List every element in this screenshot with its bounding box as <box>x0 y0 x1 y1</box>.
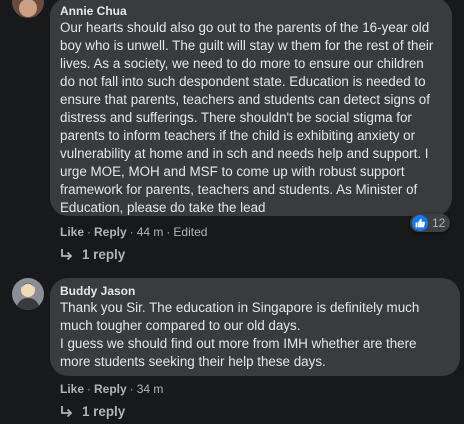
comment-text: Our hearts should also go out to the par… <box>60 20 434 215</box>
comment-text: Thank you Sir. The education in Singapor… <box>60 299 450 371</box>
avatar[interactable] <box>12 278 44 310</box>
avatar[interactable] <box>12 0 44 18</box>
view-replies-link[interactable]: 1 reply <box>60 247 125 262</box>
comment-timestamp[interactable]: 34 m <box>137 382 164 396</box>
reaction-count[interactable]: 12 <box>410 214 451 232</box>
reply-arrow-icon <box>61 405 73 417</box>
reply-arrow-icon <box>61 248 73 260</box>
comment-actions: Like · Reply · 44 m · Edited <box>60 224 207 240</box>
replies-count-label: 1 reply <box>82 247 126 262</box>
reply-button[interactable]: Reply <box>94 225 127 239</box>
reply-button[interactable]: Reply <box>94 382 127 396</box>
separator-dot: · <box>129 382 134 396</box>
comment-timestamp[interactable]: 44 m <box>137 225 164 239</box>
comment-paragraph: I guess we should find out more from IMH… <box>60 336 417 369</box>
view-replies-link[interactable]: 1 reply <box>60 404 125 419</box>
reaction-number: 12 <box>432 216 446 230</box>
replies-count-label: 1 reply <box>82 404 126 419</box>
separator-dot: · <box>166 225 171 239</box>
comment-thread: Annie Chua Our hearts should also go out… <box>0 0 464 424</box>
like-button[interactable]: Like <box>60 225 84 239</box>
comment-bubble: Annie Chua Our hearts should also go out… <box>50 0 452 216</box>
comment-paragraph: Thank you Sir. The education in Singapor… <box>60 300 420 333</box>
thumbs-up-icon <box>412 215 428 231</box>
comment-author[interactable]: Buddy Jason <box>60 284 450 299</box>
comment-bubble: Buddy Jason Thank you Sir. The education… <box>50 278 460 376</box>
separator-dot: · <box>87 225 92 239</box>
separator-dot: · <box>87 382 92 396</box>
separator-dot: · <box>129 225 134 239</box>
comment-author[interactable]: Annie Chua <box>60 4 442 19</box>
edited-label: Edited <box>173 225 208 239</box>
like-button[interactable]: Like <box>60 382 84 396</box>
comment-actions: Like · Reply · 34 m <box>60 381 163 397</box>
